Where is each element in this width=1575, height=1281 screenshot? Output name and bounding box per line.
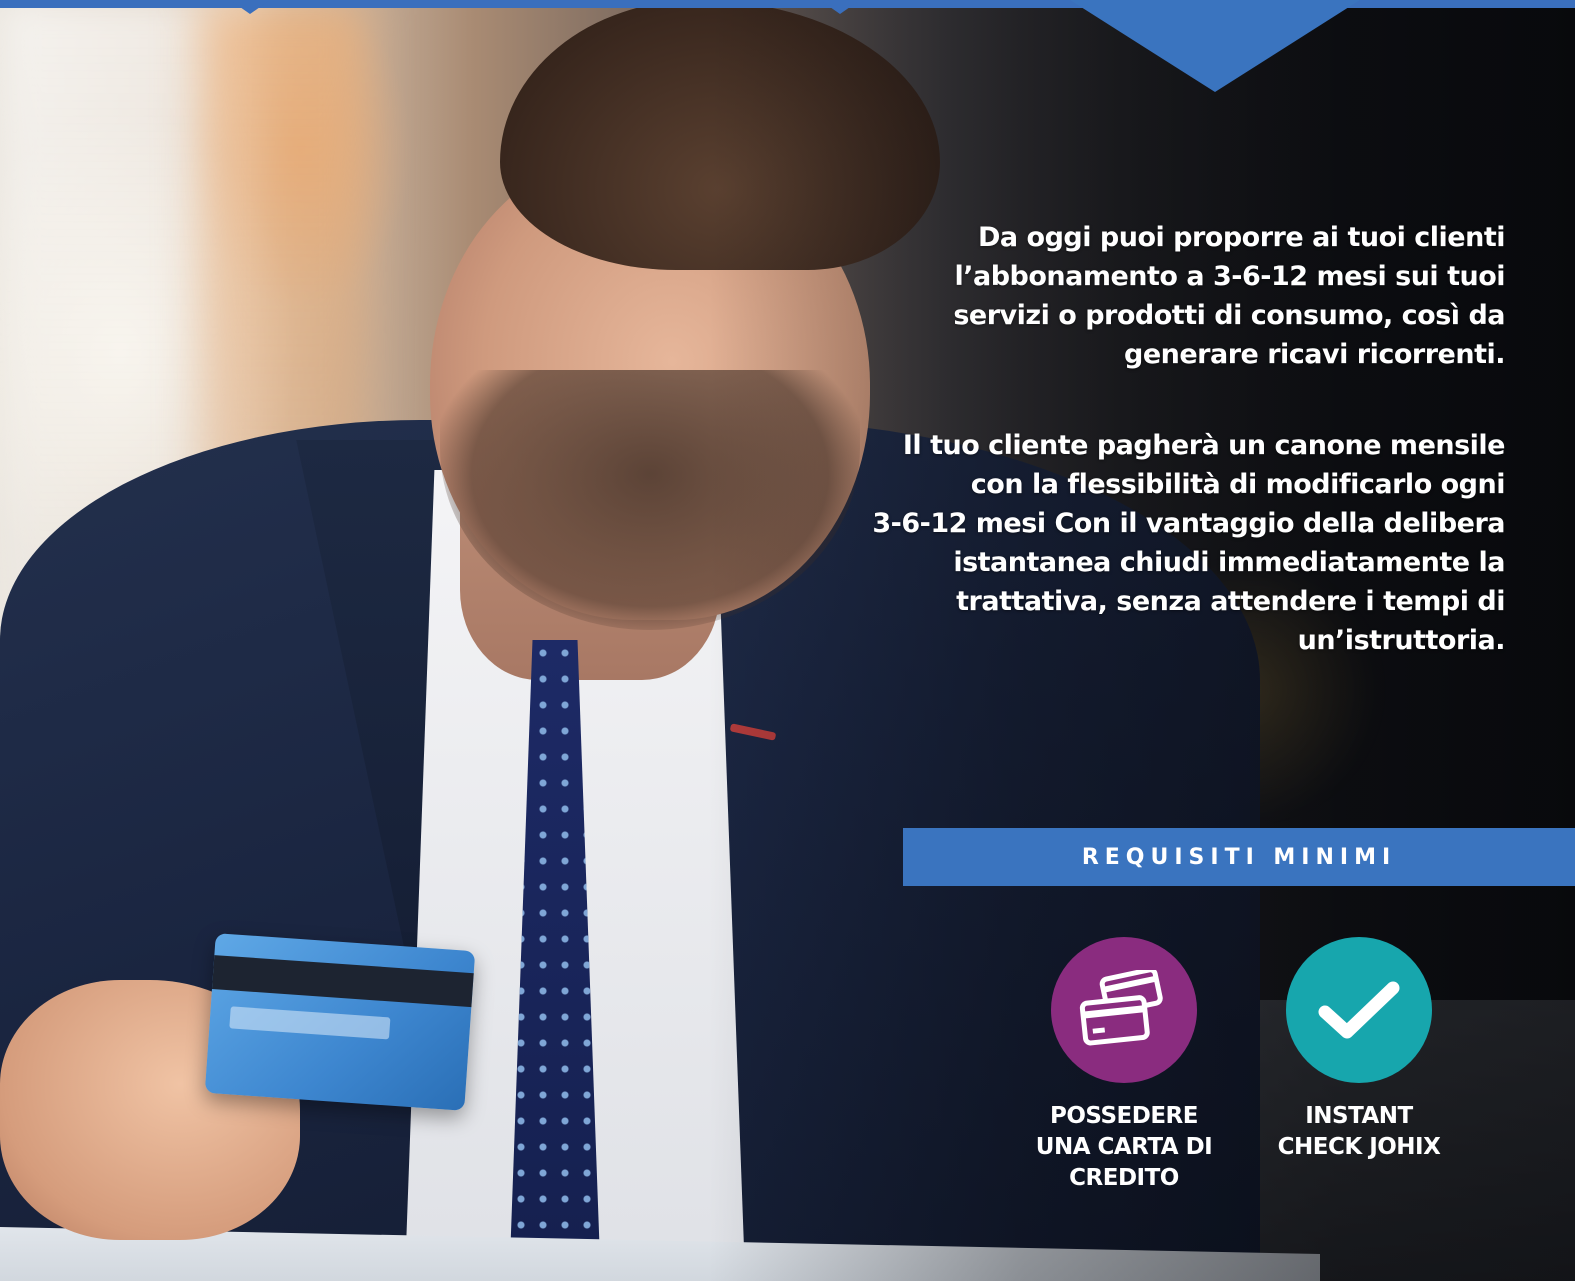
requirements-title: REQUISITI MINIMI xyxy=(1081,844,1397,870)
requirement-credit-card: POSSEDERE UNA CARTA DI CREDITO xyxy=(1024,937,1224,1194)
requirement-instant-check: INSTANT CHECK JOHIX xyxy=(1259,937,1459,1163)
promo-banner: Da oggi puoi proporre ai tuoi clienti l’… xyxy=(0,0,1575,1281)
requirement-credit-card-label: POSSEDERE UNA CARTA DI CREDITO xyxy=(1035,1103,1213,1191)
intro-paragraph: Da oggi puoi proporre ai tuoi clienti l’… xyxy=(953,222,1505,370)
requirements-header: REQUISITI MINIMI xyxy=(903,828,1575,886)
checkmark-icon xyxy=(1286,937,1432,1083)
credit-cards-icon xyxy=(1051,937,1197,1083)
requirement-instant-check-label: INSTANT CHECK JOHIX xyxy=(1277,1103,1441,1160)
description-text: Da oggi puoi proporre ai tuoi clienti l’… xyxy=(865,218,1505,712)
details-paragraph: Il tuo cliente pagherà un canone mensile… xyxy=(872,430,1505,656)
